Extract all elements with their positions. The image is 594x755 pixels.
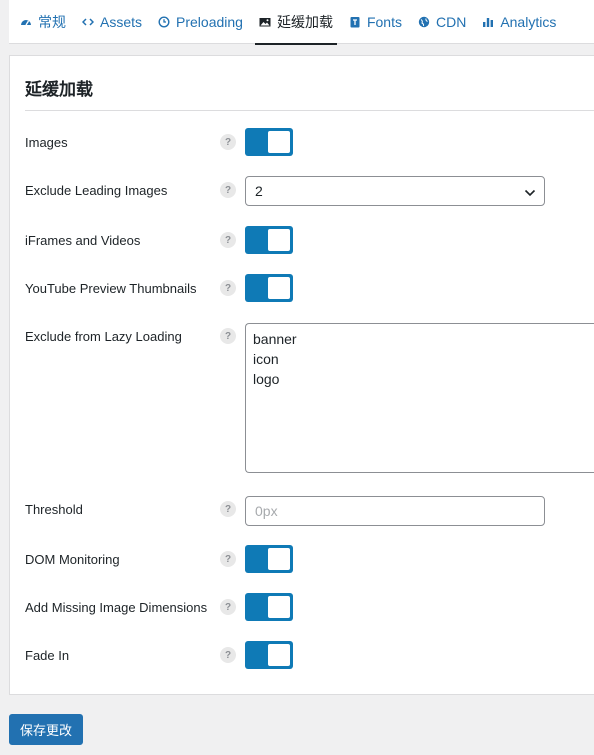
- toggle-knob: [268, 277, 290, 299]
- images-help-icon[interactable]: ?: [220, 134, 236, 150]
- tab-label: Analytics: [500, 14, 557, 30]
- textarea-line: banner: [253, 331, 297, 347]
- tab-label: 延缓加载: [276, 14, 333, 30]
- select-value: 2: [255, 183, 263, 199]
- iframes-help-icon[interactable]: ?: [220, 232, 236, 248]
- dom-monitoring-toggle[interactable]: [245, 545, 293, 573]
- threshold-input[interactable]: 0px: [245, 496, 545, 526]
- images-toggle[interactable]: [245, 128, 293, 156]
- tab-preloading[interactable]: Preloading: [150, 0, 251, 44]
- save-button[interactable]: 保存更改: [9, 714, 83, 745]
- toggle-knob: [268, 131, 290, 153]
- code-icon: [82, 16, 94, 28]
- dom-monitoring-label: DOM Monitoring: [25, 552, 120, 567]
- youtube-help-icon[interactable]: ?: [220, 280, 236, 296]
- tab-label: Preloading: [176, 14, 243, 30]
- tab-label: Fonts: [366, 14, 402, 30]
- settings-tabs: 常规 Assets Preloading 延缓加载 Fonts CDN Anal…: [9, 0, 594, 45]
- font-icon: [349, 16, 361, 28]
- threshold-label: Threshold: [25, 502, 83, 517]
- tab-label: 常规: [38, 14, 66, 30]
- tab-analytics[interactable]: Analytics: [474, 0, 564, 44]
- toggle-knob: [268, 229, 290, 251]
- tab-lazy-loading[interactable]: 延缓加载: [251, 0, 341, 45]
- toggle-knob: [268, 644, 290, 666]
- youtube-thumbnails-toggle[interactable]: [245, 274, 293, 302]
- dom-help-icon[interactable]: ?: [220, 551, 236, 567]
- missing-dimensions-label: Add Missing Image Dimensions: [25, 600, 208, 615]
- youtube-thumbnails-label: YouTube Preview Thumbnails: [25, 281, 197, 296]
- exclude-leading-images-label: Exclude Leading Images: [25, 183, 168, 198]
- tab-label: Assets: [100, 14, 143, 30]
- tab-general[interactable]: 常规: [12, 0, 74, 44]
- tab-fonts[interactable]: Fonts: [341, 0, 410, 44]
- bar-chart-icon: [482, 16, 494, 28]
- exclude-leading-help-icon[interactable]: ?: [220, 182, 236, 198]
- image-icon: [259, 16, 271, 28]
- exclude-leading-images-select[interactable]: 2: [245, 176, 545, 206]
- chevron-down-icon: [524, 186, 536, 198]
- tab-cdn[interactable]: CDN: [410, 0, 474, 44]
- toggle-knob: [268, 548, 290, 570]
- textarea-line: logo: [253, 371, 280, 387]
- missing-dimensions-help-icon[interactable]: ?: [220, 599, 236, 615]
- page-title: 延缓加载: [25, 80, 93, 99]
- exclude-lazy-textarea[interactable]: banner icon logo: [245, 323, 594, 473]
- iframes-videos-toggle[interactable]: [245, 226, 293, 254]
- iframes-videos-label: iFrames and Videos: [25, 233, 141, 248]
- title-divider: [25, 110, 594, 111]
- tab-assets[interactable]: Assets: [74, 0, 150, 44]
- fade-in-toggle[interactable]: [245, 641, 293, 669]
- threshold-help-icon[interactable]: ?: [220, 501, 236, 517]
- exclude-lazy-help-icon[interactable]: ?: [220, 328, 236, 344]
- tab-label: CDN: [435, 14, 467, 30]
- clock-icon: [158, 16, 170, 28]
- dashboard-icon: [20, 16, 32, 28]
- missing-dimensions-toggle[interactable]: [245, 593, 293, 621]
- globe-icon: [418, 16, 430, 28]
- exclude-lazy-label: Exclude from Lazy Loading: [25, 329, 182, 344]
- lazy-loading-panel: 延缓加载 Images ? Exclude Leading Images ? 2…: [9, 55, 594, 695]
- toggle-knob: [268, 596, 290, 618]
- fade-in-help-icon[interactable]: ?: [220, 647, 236, 663]
- textarea-line: icon: [253, 351, 279, 367]
- fade-in-label: Fade In: [25, 648, 70, 663]
- images-label: Images: [25, 135, 68, 150]
